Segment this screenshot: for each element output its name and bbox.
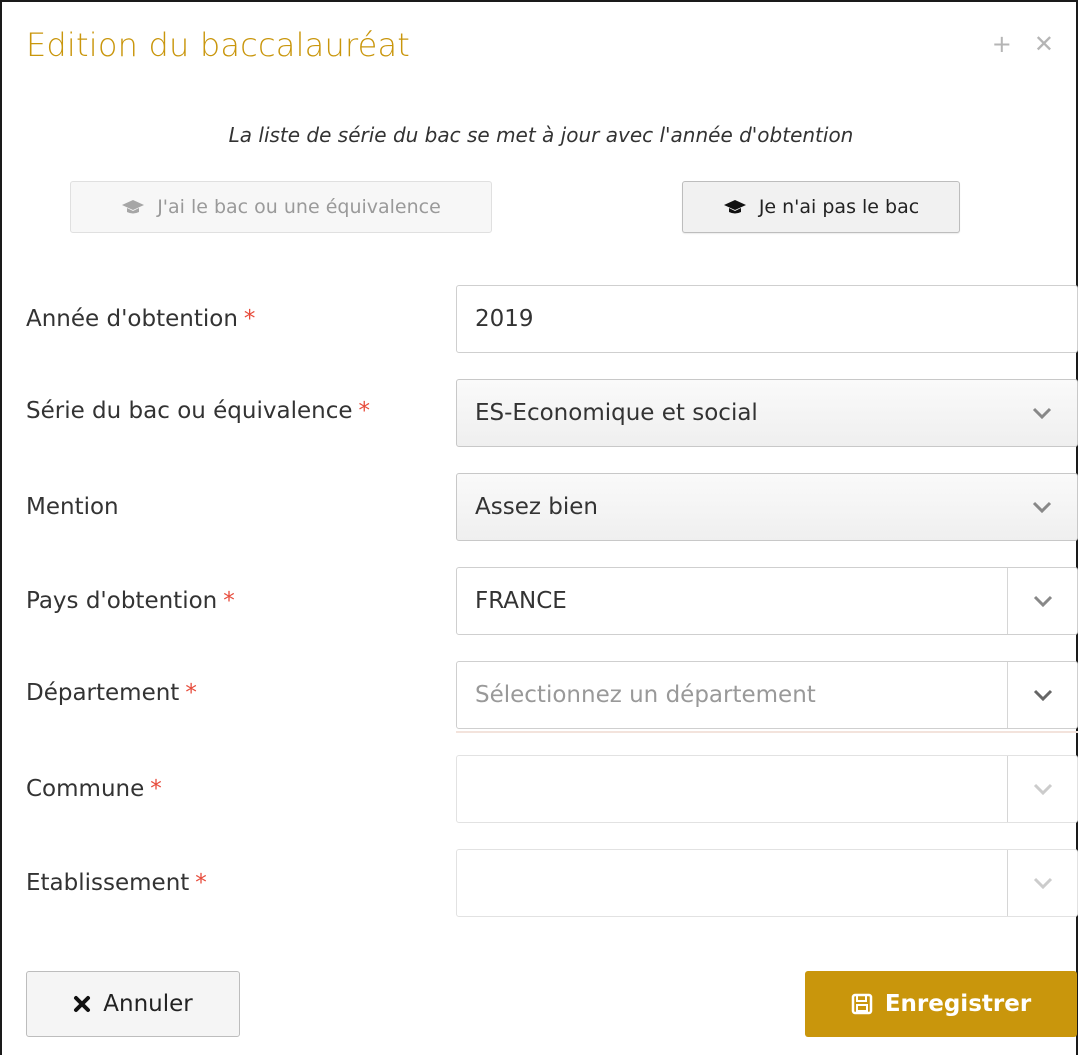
- country-value: FRANCE: [475, 588, 567, 614]
- bac-edit-dialog: Edition du baccalauréat + ✕ La liste de …: [0, 0, 1078, 1055]
- department-placeholder: Sélectionnez un département: [475, 682, 816, 708]
- chevron-down-icon[interactable]: [1007, 662, 1077, 728]
- year-input[interactable]: 2019: [456, 285, 1078, 353]
- year-label: Année d'obtention *: [26, 306, 256, 332]
- mention-label: Mention: [26, 494, 119, 520]
- close-icon: [74, 996, 91, 1012]
- mention-select[interactable]: Assez bien: [456, 473, 1078, 541]
- required-marker: *: [358, 398, 371, 424]
- title-actions: + ✕: [992, 32, 1054, 56]
- commune-label: Commune *: [26, 776, 162, 802]
- year-value: 2019: [475, 306, 534, 332]
- required-marker: *: [223, 588, 235, 614]
- department-underline: [456, 731, 1078, 733]
- department-select[interactable]: Sélectionnez un département: [456, 661, 1078, 729]
- required-marker: *: [195, 870, 207, 896]
- plus-icon[interactable]: +: [992, 32, 1012, 56]
- series-select[interactable]: ES-Economique et social: [456, 379, 1078, 447]
- no-bac-button[interactable]: Je n'ai pas le bac: [682, 181, 960, 233]
- required-marker: *: [150, 776, 162, 802]
- commune-select[interactable]: [456, 755, 1078, 823]
- chevron-down-icon[interactable]: [1007, 850, 1077, 916]
- mention-value: Assez bien: [475, 494, 598, 520]
- cancel-button[interactable]: Annuler: [26, 971, 240, 1037]
- chevron-down-icon[interactable]: [1007, 380, 1077, 446]
- establishment-select[interactable]: [456, 849, 1078, 917]
- required-marker: *: [185, 680, 197, 706]
- dialog-subtitle: La liste de série du bac se met à jour a…: [228, 123, 854, 147]
- graduation-cap-icon: [122, 200, 145, 214]
- establishment-label: Etablissement *: [26, 870, 207, 896]
- close-icon[interactable]: ✕: [1034, 32, 1054, 56]
- series-value: ES-Economique et social: [475, 400, 758, 426]
- chevron-down-icon[interactable]: [1007, 474, 1077, 540]
- save-label: Enregistrer: [884, 991, 1032, 1017]
- no-bac-label: Je n'ai pas le bac: [758, 196, 920, 218]
- country-select[interactable]: FRANCE: [456, 567, 1078, 635]
- department-label: Département *: [26, 680, 197, 706]
- floppy-disk-icon: [851, 993, 873, 1015]
- chevron-down-icon[interactable]: [1007, 756, 1077, 822]
- cancel-label: Annuler: [103, 991, 193, 1017]
- has-bac-label: J'ai le bac ou une équivalence: [157, 196, 441, 218]
- dialog-title: Edition du baccalauréat: [26, 26, 411, 64]
- graduation-cap-icon: [723, 200, 746, 214]
- series-label: Série du bac ou équivalence *: [26, 398, 370, 424]
- required-marker: *: [243, 306, 256, 332]
- has-bac-button[interactable]: J'ai le bac ou une équivalence: [70, 181, 492, 233]
- chevron-down-icon[interactable]: [1007, 568, 1077, 634]
- save-button[interactable]: Enregistrer: [805, 971, 1077, 1037]
- country-label: Pays d'obtention *: [26, 588, 235, 614]
